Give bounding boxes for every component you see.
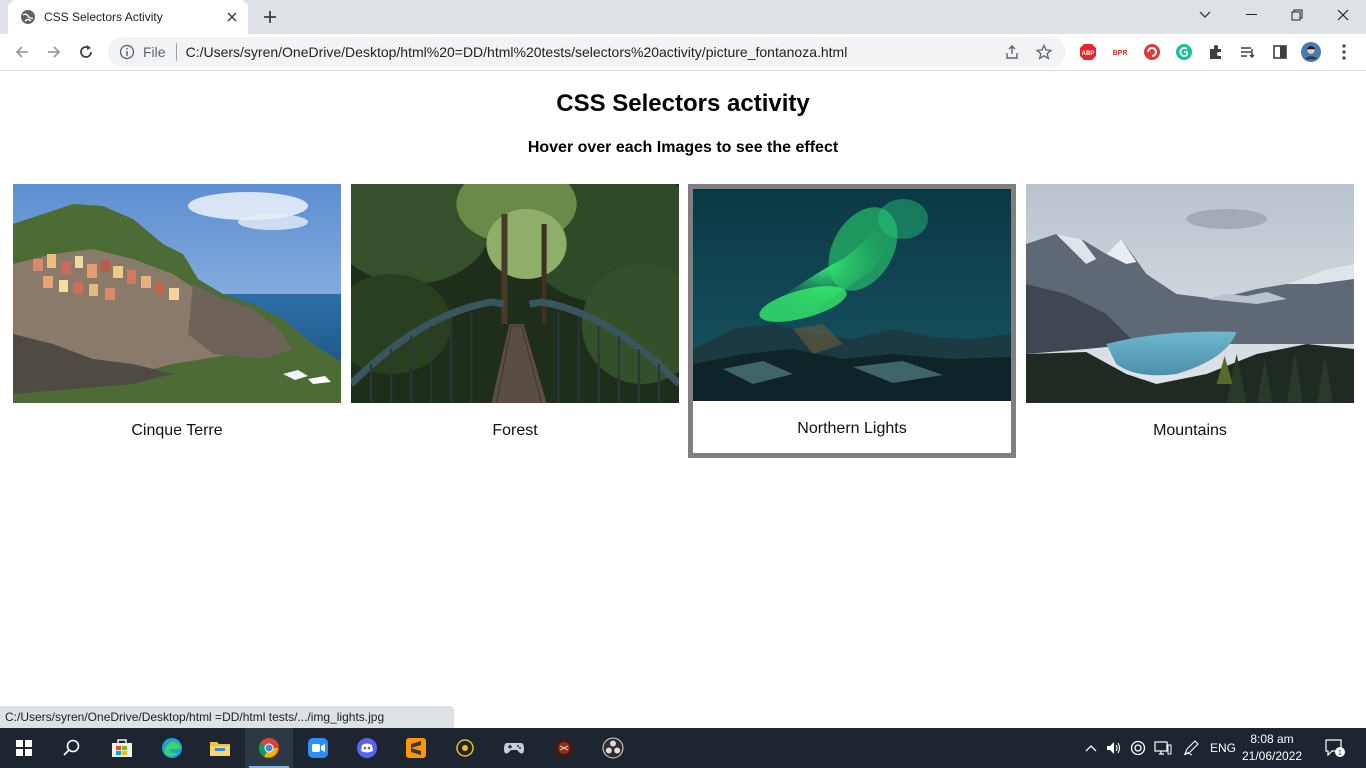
dark-app-icon[interactable]: [540, 728, 588, 768]
bpr-icon[interactable]: BPR: [1110, 42, 1130, 62]
windows-taskbar: ENG 8:08 am 21/06/2022 1: [0, 728, 1366, 768]
start-icon[interactable]: [0, 728, 48, 768]
bookmark-star-icon[interactable]: [1034, 42, 1054, 62]
notification-count: 1: [1338, 750, 1342, 757]
sublime-text-icon[interactable]: [392, 728, 440, 768]
card-caption: Forest: [492, 422, 538, 439]
northern-lights-image[interactable]: [693, 189, 1011, 401]
forest-bridge-image[interactable]: [351, 184, 679, 403]
back-button[interactable]: [8, 38, 36, 66]
side-panel-icon[interactable]: [1270, 42, 1290, 62]
input-language-indicator[interactable]: ENG: [1206, 728, 1240, 768]
discord-icon[interactable]: [343, 728, 391, 768]
gallery-card-northern-lights[interactable]: Northern Lights: [688, 184, 1016, 458]
browser-toolbar: File C:/Users/syren/OneDrive/Desktop/htm…: [0, 34, 1366, 71]
obs-icon[interactable]: [589, 728, 637, 768]
adblock-plus-icon[interactable]: ABP: [1078, 42, 1098, 62]
share-icon[interactable]: [1002, 42, 1022, 62]
zoom-icon[interactable]: [294, 728, 342, 768]
tab-title: CSS Selectors Activity: [44, 10, 163, 24]
minimize-button[interactable]: [1228, 0, 1274, 30]
svg-text:BPR: BPR: [1113, 50, 1128, 57]
reload-button[interactable]: [72, 38, 100, 66]
edge-icon[interactable]: [148, 728, 196, 768]
svg-text:ABP: ABP: [1082, 51, 1095, 57]
clock-date: 21/06/2022: [1242, 749, 1303, 763]
restore-button[interactable]: [1274, 0, 1320, 30]
close-window-button[interactable]: [1320, 0, 1366, 30]
gallery-card-cinque-terre[interactable]: Cinque Terre: [13, 184, 341, 440]
gallery-card-mountains[interactable]: Mountains: [1026, 184, 1354, 440]
forward-button[interactable]: [40, 38, 68, 66]
controller-icon[interactable]: [490, 728, 538, 768]
card-caption: Northern Lights: [797, 420, 907, 437]
card-caption: Mountains: [1153, 422, 1227, 439]
red-circle-extension-icon[interactable]: [1142, 42, 1162, 62]
link-status-bubble: C:/Users/syren/OneDrive/Desktop/html =DD…: [0, 706, 454, 728]
card-caption: Cinque Terre: [131, 422, 223, 439]
more-menu-icon[interactable]: [1334, 42, 1354, 62]
page-title: CSS Selectors activity: [556, 90, 810, 117]
browser-tab[interactable]: CSS Selectors Activity: [8, 0, 248, 34]
show-hidden-icons-chevron-up-icon[interactable]: [1082, 728, 1100, 768]
tab-search-chevron-down-icon[interactable]: [1182, 0, 1228, 30]
search-icon[interactable]: [48, 728, 96, 768]
close-tab-icon[interactable]: [222, 7, 242, 27]
cinque-terre-image[interactable]: [13, 184, 341, 403]
puzzle-extensions-icon[interactable]: [1206, 42, 1226, 62]
url-text[interactable]: C:/Users/syren/OneDrive/Desktop/html%20=…: [186, 44, 1002, 60]
reading-list-icon[interactable]: [1238, 42, 1258, 62]
address-bar[interactable]: File C:/Users/syren/OneDrive/Desktop/htm…: [108, 37, 1066, 67]
notification-center-icon[interactable]: 1: [1320, 728, 1350, 768]
volume-icon[interactable]: [1104, 728, 1124, 768]
game-app-icon[interactable]: [441, 728, 489, 768]
tab-strip: CSS Selectors Activity: [0, 0, 1366, 34]
microsoft-store-icon[interactable]: [98, 728, 146, 768]
chrome-icon[interactable]: [245, 728, 293, 768]
clock-time: 8:08 am: [1250, 732, 1294, 746]
globe-favicon-icon: [21, 10, 35, 24]
file-explorer-icon[interactable]: [196, 728, 244, 768]
profile-avatar-icon[interactable]: [1301, 42, 1321, 62]
network-icon[interactable]: [1153, 728, 1173, 768]
file-scheme-label: File: [143, 44, 166, 60]
site-info-icon[interactable]: [119, 44, 135, 60]
sync-status-icon[interactable]: [1128, 728, 1148, 768]
page-subtitle: Hover over each Images to see the effect: [527, 139, 839, 156]
mountains-lake-image[interactable]: [1026, 184, 1354, 403]
taskbar-clock[interactable]: 8:08 am 21/06/2022: [1242, 731, 1302, 765]
grammarly-icon[interactable]: [1174, 42, 1194, 62]
omnibox-divider: [175, 43, 177, 61]
pen-ink-icon[interactable]: [1180, 728, 1202, 768]
gallery-card-forest[interactable]: Forest: [351, 184, 679, 440]
new-tab-button[interactable]: [258, 6, 282, 28]
